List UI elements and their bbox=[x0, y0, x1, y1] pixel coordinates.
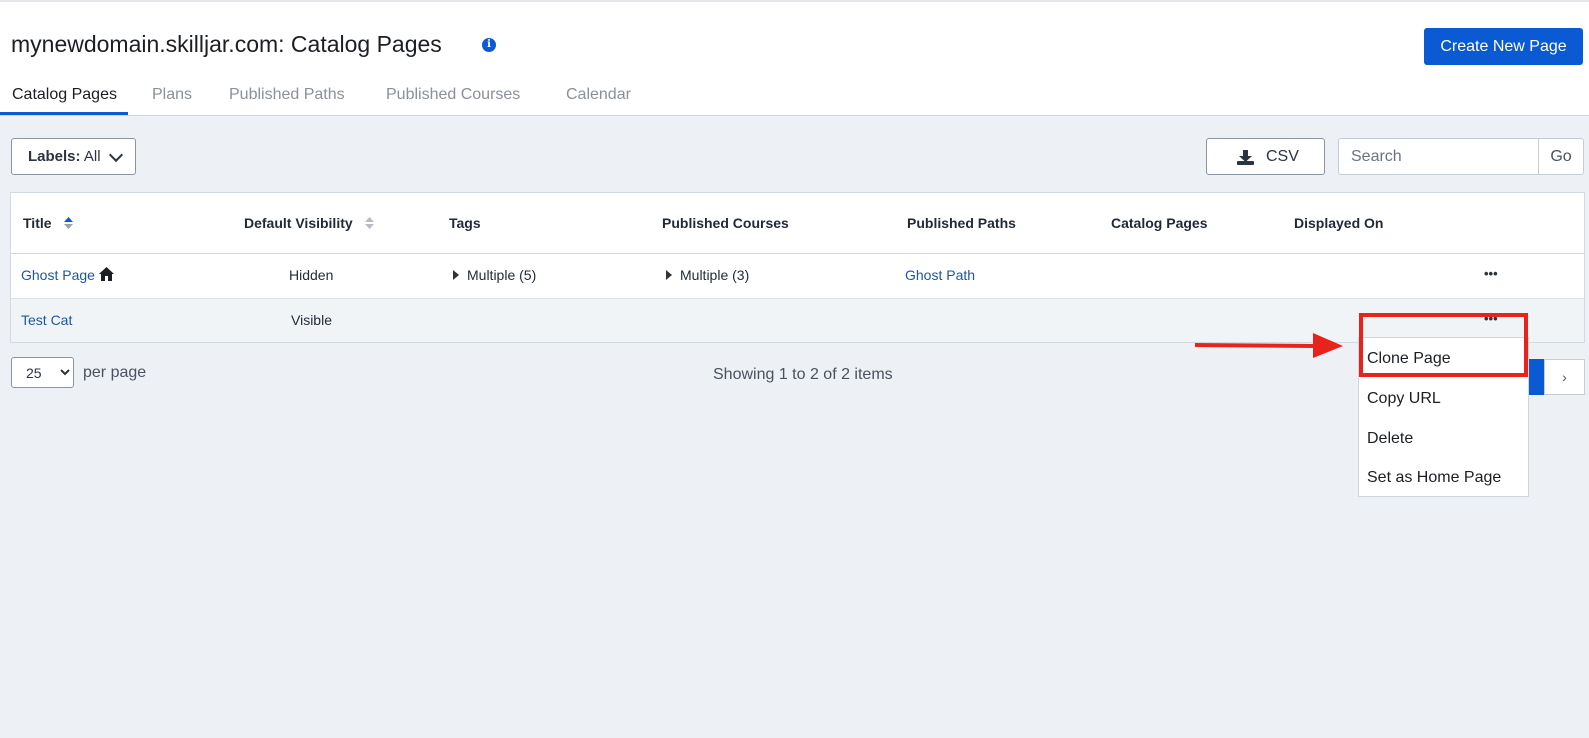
menu-item-copy-url[interactable]: Copy URL bbox=[1367, 390, 1441, 408]
tab-published-paths[interactable]: Published Paths bbox=[229, 86, 345, 104]
labels-filter-button[interactable]: Labels: All bbox=[11, 138, 136, 175]
column-header-published-courses: Published Courses bbox=[662, 215, 789, 231]
more-options-icon[interactable]: ••• bbox=[1484, 266, 1498, 281]
download-icon bbox=[1237, 150, 1254, 165]
labels-filter-key: Labels: bbox=[28, 148, 81, 165]
next-page-button[interactable]: › bbox=[1544, 359, 1585, 395]
table-row: Ghost Page Hidden Multiple (5) Multiple … bbox=[11, 254, 1584, 298]
per-page-label: per page bbox=[83, 364, 147, 381]
sort-ascending-icon[interactable] bbox=[64, 217, 73, 229]
active-tab-indicator bbox=[0, 112, 128, 115]
csv-export-button[interactable]: CSV bbox=[1206, 138, 1325, 175]
annotation-highlight-box bbox=[1359, 313, 1528, 377]
column-header-catalog-pages: Catalog Pages bbox=[1111, 215, 1208, 231]
menu-item-set-home-page[interactable]: Set as Home Page bbox=[1367, 469, 1501, 487]
column-header-published-paths: Published Paths bbox=[907, 215, 1016, 231]
caret-right-icon bbox=[453, 270, 459, 280]
go-button[interactable]: Go bbox=[1538, 138, 1584, 175]
caret-right-icon bbox=[666, 270, 672, 280]
tab-published-courses[interactable]: Published Courses bbox=[386, 86, 520, 104]
menu-item-delete[interactable]: Delete bbox=[1367, 430, 1413, 448]
csv-label: CSV bbox=[1266, 148, 1299, 165]
row-tags-toggle[interactable]: Multiple (5) bbox=[453, 267, 536, 283]
home-icon bbox=[99, 267, 114, 281]
catalog-pages-table: Title Default Visibility Tags Published … bbox=[10, 192, 1585, 343]
annotation-arrow bbox=[1195, 333, 1343, 358]
column-header-default-visibility[interactable]: Default Visibility bbox=[244, 215, 353, 231]
table-row: Test Cat Visible ••• bbox=[11, 298, 1584, 342]
row-courses-toggle[interactable]: Multiple (3) bbox=[666, 267, 749, 283]
row-visibility: Visible bbox=[291, 312, 332, 328]
column-header-displayed-on: Displayed On bbox=[1294, 215, 1384, 231]
tab-calendar[interactable]: Calendar bbox=[566, 86, 631, 104]
tab-plans[interactable]: Plans bbox=[152, 86, 192, 104]
pagination-summary: Showing 1 to 2 of 2 items bbox=[713, 366, 893, 383]
sort-icon[interactable] bbox=[365, 217, 374, 229]
top-header: mynewdomain.skilljar.com: Catalog Pages … bbox=[0, 0, 1589, 116]
column-header-title[interactable]: Title bbox=[23, 215, 52, 231]
column-header-tags: Tags bbox=[449, 215, 481, 231]
search-input[interactable] bbox=[1338, 138, 1539, 175]
page-title: mynewdomain.skilljar.com: Catalog Pages bbox=[11, 31, 442, 57]
row-visibility: Hidden bbox=[289, 267, 334, 283]
row-title-link[interactable]: Ghost Page bbox=[21, 267, 95, 283]
row-title-link[interactable]: Test Cat bbox=[21, 312, 72, 328]
create-new-page-button[interactable]: Create New Page bbox=[1424, 28, 1583, 65]
tab-catalog-pages[interactable]: Catalog Pages bbox=[12, 86, 117, 104]
per-page-select[interactable]: 25 bbox=[11, 357, 74, 388]
chevron-down-icon bbox=[108, 147, 124, 163]
info-icon[interactable]: i bbox=[482, 38, 496, 52]
labels-filter-value: All bbox=[83, 148, 101, 165]
row-path-link[interactable]: Ghost Path bbox=[905, 267, 975, 283]
